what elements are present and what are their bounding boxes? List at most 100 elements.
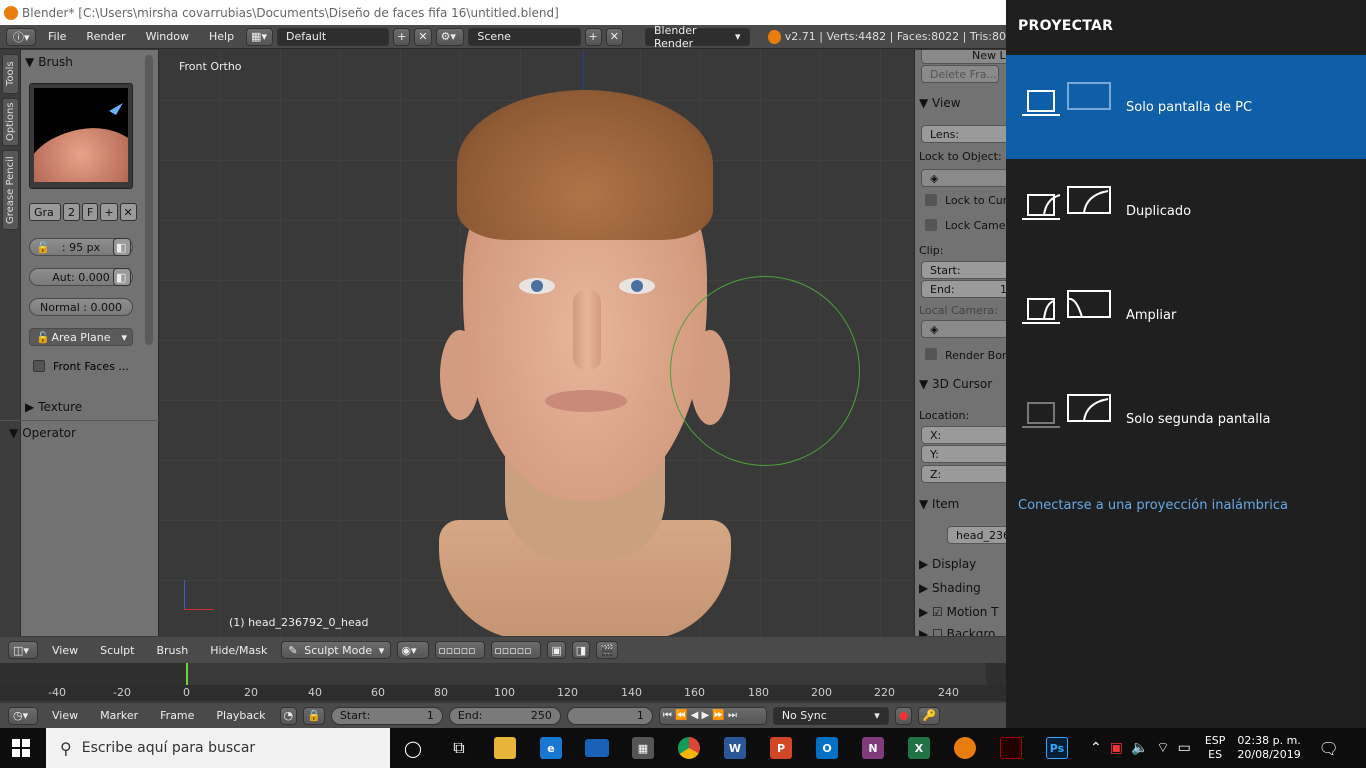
playback-controls[interactable]: ⏮ ⏪ ◀ ▶ ⏩ ⏭ [658,706,767,725]
brush-users-count[interactable]: 2 [63,203,80,221]
option-pc-screen-only[interactable]: Solo pantalla de PC [1006,55,1366,159]
onenote-icon[interactable]: N [850,728,896,768]
brush-preview[interactable] [29,83,133,189]
menu-frame[interactable]: Frame [152,709,202,722]
menu-sculpt[interactable]: Sculpt [92,644,142,657]
cursor-z-field[interactable]: Z: [921,465,1006,483]
scene-icon[interactable]: ⚙▾ [435,27,465,46]
cursor-x-field[interactable]: X: [921,426,1006,444]
clip-end-field[interactable]: End:1 [921,280,1006,298]
battery-icon[interactable]: ▭ [1178,740,1191,756]
network-icon[interactable]: ⌔ [1156,739,1169,757]
display-panel-header[interactable]: ▶ Display [919,555,976,573]
add-scene-icon[interactable]: + [584,27,602,46]
remove-scene-icon[interactable]: ✕ [605,27,623,46]
layer-buttons-1[interactable]: ▫▫▫▫▫ [435,641,486,659]
clock[interactable]: 02:38 p. m. 20/08/2019 [1237,734,1300,762]
editor-type-icon[interactable]: ◫▾ [8,641,38,659]
start-frame-field[interactable]: Start: 1 [330,706,443,725]
tab-tools[interactable]: Tools [2,54,19,94]
add-brush-icon[interactable]: + [100,203,118,221]
mode-selector[interactable]: ✎ Sculpt Mode ▾ [281,641,392,659]
chevron-up-icon[interactable]: ⌃ [1090,740,1102,756]
photoshop-icon[interactable]: Ps [1034,728,1080,768]
cursor-y-field[interactable]: Y: [921,445,1006,463]
lock-cursor-checkbox[interactable] [925,194,937,206]
sync-mode-dropdown[interactable]: No Sync ▾ [772,706,889,725]
keying-icon[interactable]: 🔑 [918,706,941,725]
store-icon[interactable]: ▦ [620,728,666,768]
info-editor-icon[interactable]: ⓘ▾ [6,27,36,46]
timeline-editor-icon[interactable]: ◷▾ [8,706,38,725]
lock-camera-checkbox[interactable] [925,219,937,231]
tab-options[interactable]: Options [2,98,19,146]
sculpt-plane-dropdown[interactable]: 🔓 Area Plane ▾ [29,328,133,346]
menu-marker[interactable]: Marker [92,709,146,722]
lens-field[interactable]: Lens: [921,125,1006,143]
unlink-brush-icon[interactable]: ✕ [119,203,137,221]
file-explorer-icon[interactable] [482,728,528,768]
start-button[interactable] [0,728,42,768]
add-layout-icon[interactable]: + [393,27,411,46]
render-engine-selector[interactable]: Blender Render ▾ [644,24,750,50]
render-border-checkbox[interactable] [925,348,937,360]
timeline-area[interactable] [0,663,1006,685]
brush-name-field[interactable]: Gra [29,203,61,221]
powerpoint-icon[interactable]: P [758,728,804,768]
menu-timeline-view[interactable]: View [44,709,86,722]
menu-help[interactable]: Help [201,30,242,43]
scene-selector[interactable]: Scene [468,27,581,46]
view-panel-header[interactable]: ▼ View [919,94,961,112]
menu-playback[interactable]: Playback [208,709,273,722]
lenovo-icon[interactable] [574,728,620,768]
render-only-icon[interactable]: ◨ [571,641,591,659]
word-icon[interactable]: W [712,728,758,768]
record-icon[interactable]: ● [894,706,913,725]
chrome-icon[interactable] [666,728,712,768]
item-name-field[interactable]: head_236 [947,526,1006,544]
tool-shelf-scrollbar[interactable] [145,55,153,345]
motion-tracking-panel-header[interactable]: ▶ ☑ Motion T [919,603,998,621]
preview-range-icon[interactable]: ◔ [279,706,298,725]
creative-fifa-icon[interactable] [988,728,1034,768]
menu-brush[interactable]: Brush [148,644,196,657]
clip-start-field[interactable]: Start: [921,261,1006,279]
normal-weight-slider[interactable]: Normal : 0.000 [29,298,133,316]
shading-panel-header[interactable]: ▶ Shading [919,579,981,597]
blender-taskbar-icon[interactable] [942,728,988,768]
end-frame-field[interactable]: End: 250 [448,706,561,725]
remove-layout-icon[interactable]: ✕ [414,27,432,46]
local-camera-field[interactable]: ◈ [921,320,1006,338]
edge-icon[interactable]: e [528,728,574,768]
delete-frame-button[interactable]: Delete Fra... [921,65,999,83]
layout-selector[interactable]: Default [276,27,390,46]
notifications-icon[interactable]: 🗨 [1309,728,1349,768]
taskbar-search[interactable]: ⚲ Escribe aquí para buscar [46,728,390,768]
pressure-radius-icon[interactable]: ◧ [113,238,131,256]
layout-grid-icon[interactable]: ▦▾ [246,27,273,46]
3d-cursor-panel-header[interactable]: ▼ 3D Cursor [919,375,992,393]
cortana-icon[interactable]: ◯ [390,728,436,768]
current-frame-marker[interactable] [186,663,188,685]
clapperboard-icon[interactable]: 🎬 [596,641,618,659]
volume-icon[interactable]: 🔈 [1131,740,1148,756]
option-duplicate[interactable]: Duplicado [1006,159,1366,263]
item-panel-header[interactable]: ▼ Item [919,495,959,513]
current-frame-field[interactable]: 1 [566,706,653,725]
lock-camera-icon[interactable]: ▣ [547,641,566,659]
menu-file[interactable]: File [40,30,74,43]
wireless-display-link[interactable]: Conectarse a una proyección inalámbrica [1018,498,1288,513]
new-layer-button[interactable]: New La [921,50,1006,64]
front-faces-checkbox[interactable] [33,360,45,372]
background-panel-header[interactable]: ▶ ☐ Backgro [919,625,995,636]
viewport-shading-icon[interactable]: ◉▾ [397,641,430,659]
menu-render[interactable]: Render [78,30,133,43]
brush-panel-header[interactable]: ▼ Brush [25,52,155,72]
texture-panel-header[interactable]: ▶ Texture [25,397,155,417]
fake-user-button[interactable]: F [82,203,99,221]
menu-hide-mask[interactable]: Hide/Mask [202,644,275,657]
tab-grease-pencil[interactable]: Grease Pencil [2,150,19,230]
antivirus-icon[interactable]: ▣ [1110,740,1123,756]
menu-window[interactable]: Window [138,30,197,43]
lock-range-icon[interactable]: 🔒 [303,706,325,725]
